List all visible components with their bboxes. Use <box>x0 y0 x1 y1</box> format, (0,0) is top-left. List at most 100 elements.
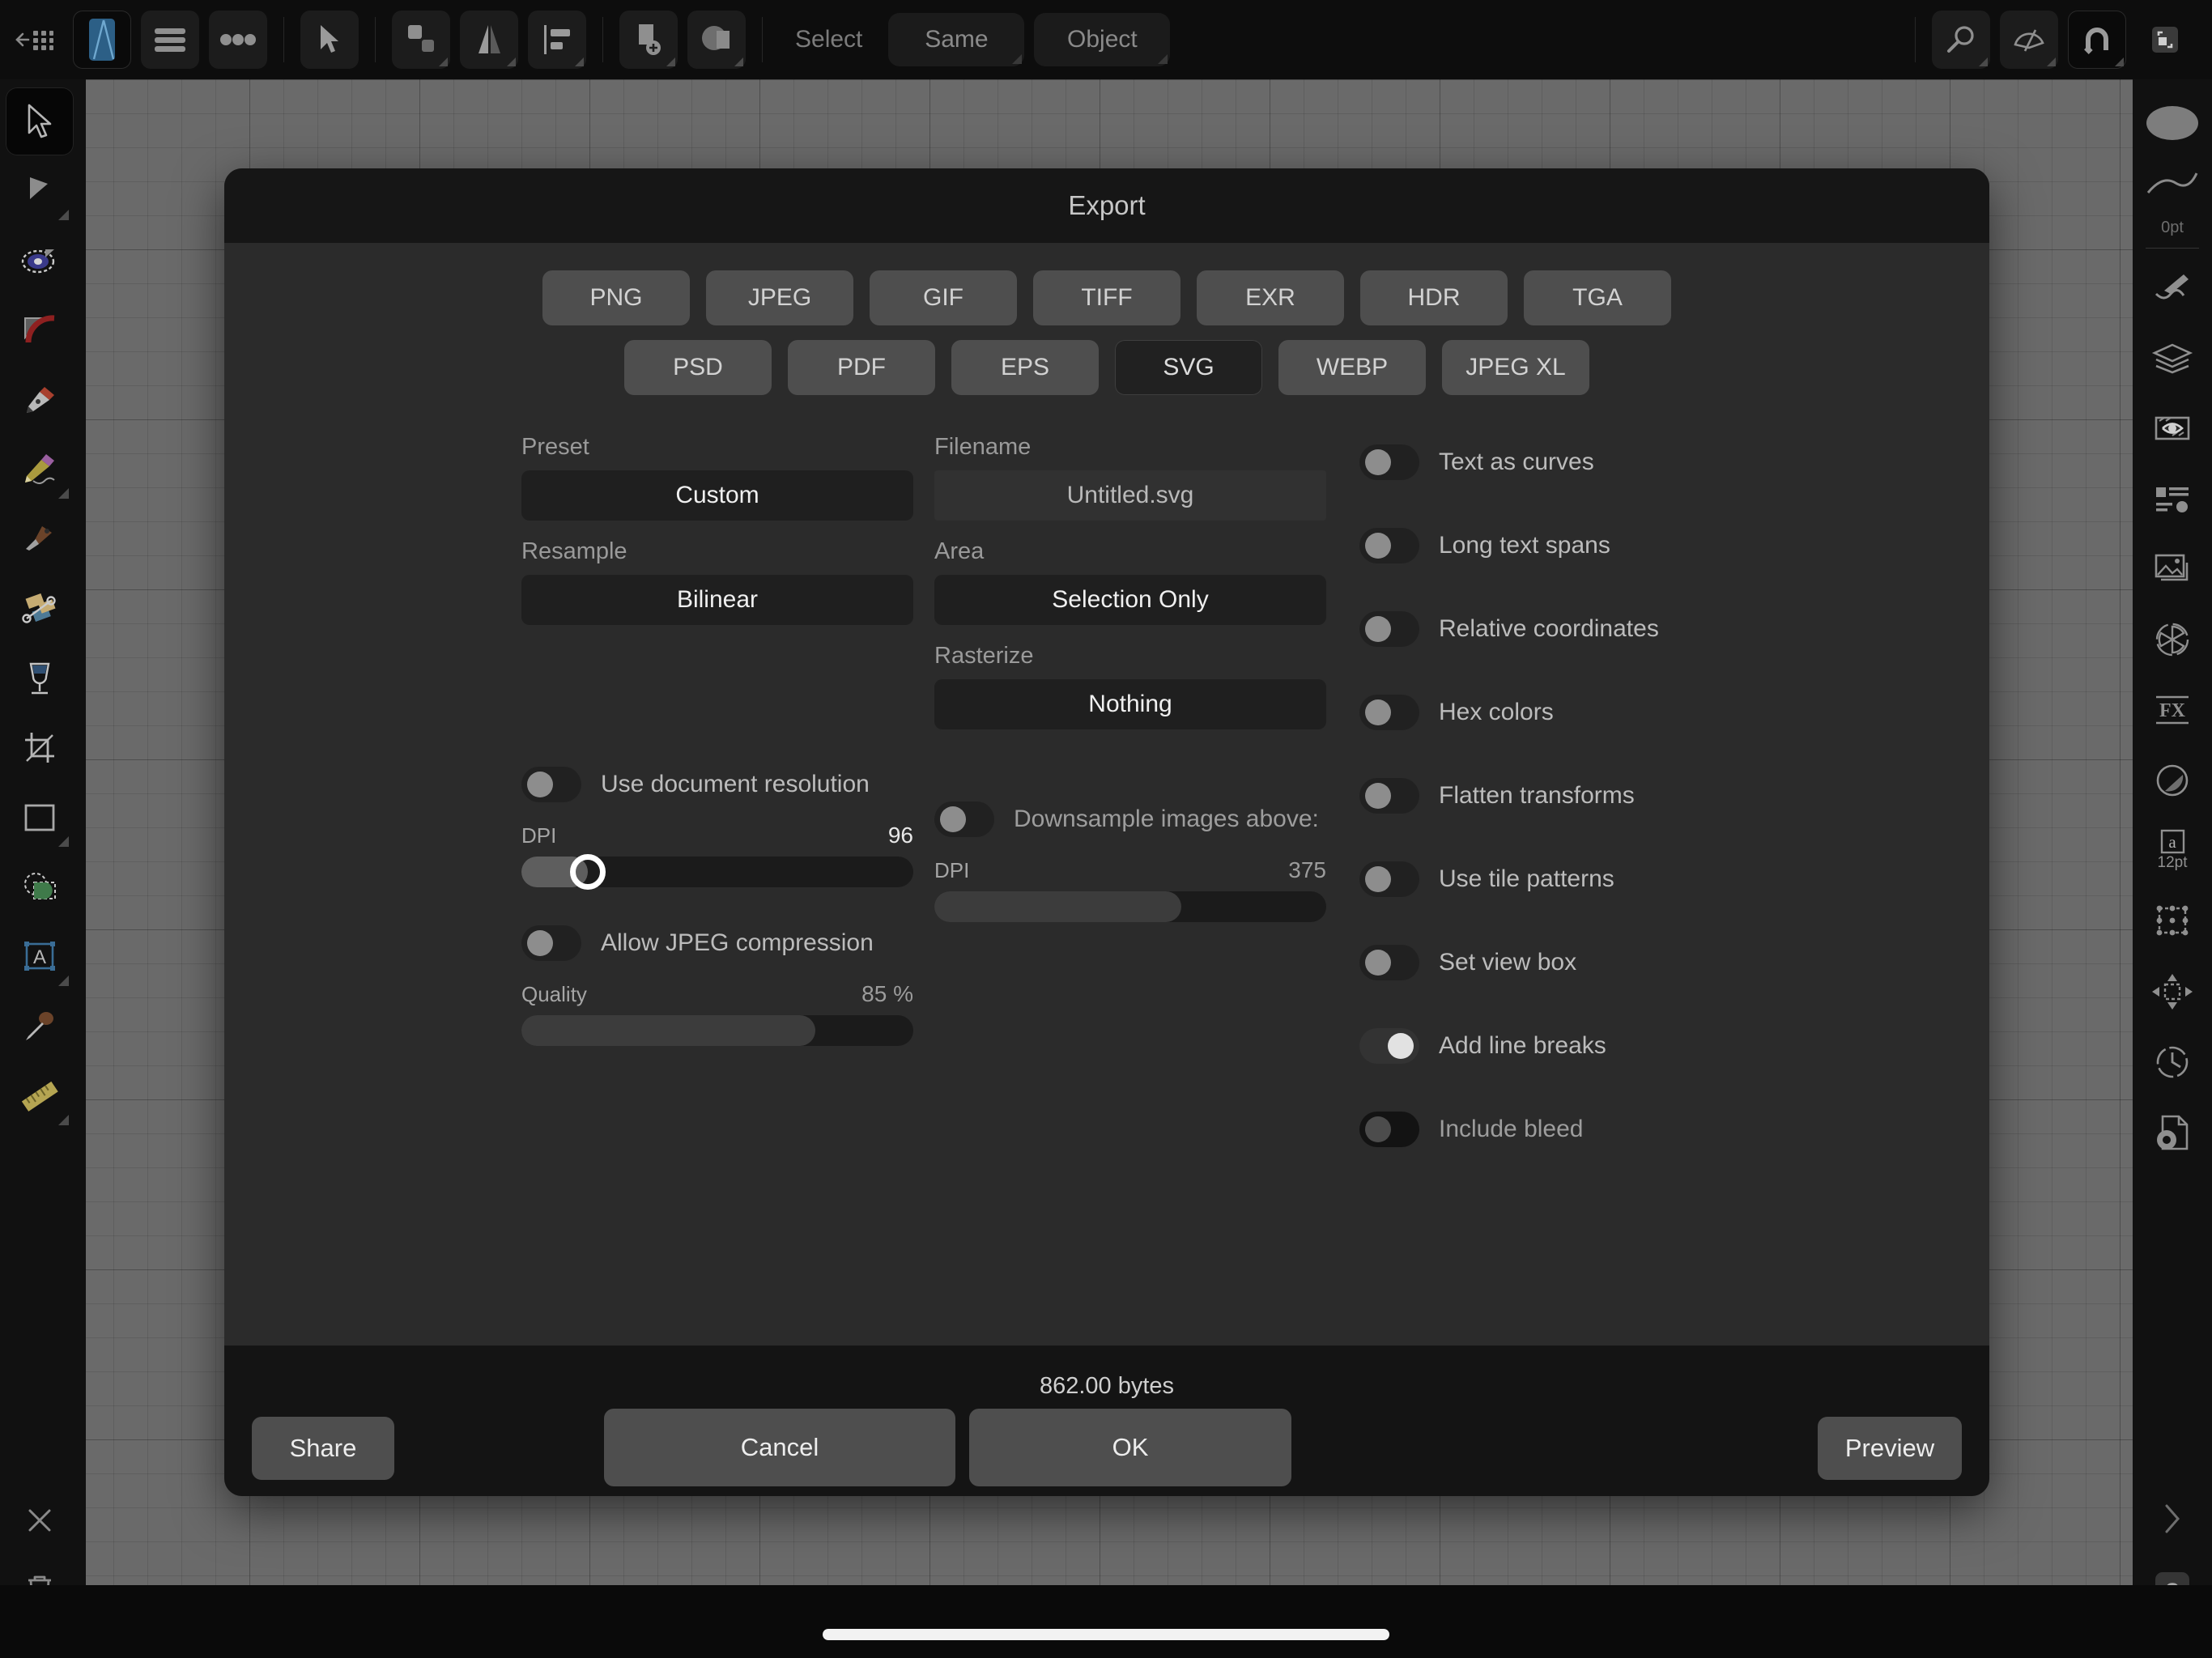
same-button[interactable]: Same <box>888 13 1025 66</box>
preset-dropdown[interactable]: Custom <box>521 470 913 521</box>
arrow-cursor-icon[interactable] <box>300 11 359 69</box>
dpi-left-handle[interactable] <box>570 854 606 890</box>
flatten-transforms-toggle[interactable] <box>1359 778 1419 814</box>
option-set-view-box[interactable]: Set view box <box>1359 937 1813 988</box>
ellipse-select-tool[interactable] <box>6 227 74 295</box>
set-view-box-toggle[interactable] <box>1359 945 1419 980</box>
knife-tool[interactable] <box>6 505 74 573</box>
back-grid-icon[interactable] <box>5 11 63 69</box>
corner-tool[interactable] <box>6 296 74 364</box>
fullscreen-expand-icon[interactable] <box>2136 11 2194 69</box>
brush-panel[interactable] <box>2138 253 2206 321</box>
ruler-tool[interactable] <box>6 1062 74 1130</box>
chevron-right-icon[interactable] <box>2138 1485 2206 1553</box>
format-png[interactable]: PNG <box>542 270 690 325</box>
transform-panel[interactable] <box>2138 887 2206 955</box>
text-frame-tool[interactable]: A <box>6 923 74 991</box>
text-as-curves-toggle[interactable] <box>1359 444 1419 480</box>
text-style-panel[interactable] <box>2138 465 2206 533</box>
dpi-right-slider[interactable] <box>934 891 1326 922</box>
colour-swatch[interactable] <box>2138 89 2206 157</box>
flip-mirror-icon[interactable] <box>460 11 518 69</box>
share-button[interactable]: Share <box>252 1417 394 1480</box>
format-gif[interactable]: GIF <box>870 270 1017 325</box>
color-picker-wheel-icon[interactable] <box>2000 11 2058 69</box>
ok-button[interactable]: OK <box>969 1409 1291 1486</box>
cancel-button[interactable]: Cancel <box>604 1409 955 1486</box>
hamburger-menu-icon[interactable] <box>141 11 199 69</box>
use-document-resolution-toggle[interactable] <box>521 767 581 802</box>
rectangle-tool[interactable] <box>6 784 74 852</box>
zoom-magnifier-icon[interactable] <box>1932 11 1990 69</box>
history-panel[interactable] <box>2138 1028 2206 1096</box>
resample-dropdown[interactable]: Bilinear <box>521 575 913 625</box>
format-tga[interactable]: TGA <box>1524 270 1671 325</box>
format-svg[interactable]: SVG <box>1115 340 1262 395</box>
dpi-left-label: DPI <box>521 823 557 848</box>
pen-tool[interactable] <box>6 366 74 434</box>
duplicate-shapes-icon[interactable] <box>392 11 450 69</box>
home-indicator[interactable] <box>823 1629 1389 1640</box>
adjustment-panel[interactable] <box>2138 746 2206 814</box>
layers-panel[interactable] <box>2138 324 2206 392</box>
align-move-panel[interactable] <box>2138 958 2206 1026</box>
stroke-curve[interactable] <box>2138 159 2206 208</box>
allow-jpeg-compression-toggle[interactable] <box>521 925 581 961</box>
rasterize-dropdown[interactable]: Nothing <box>934 679 1326 729</box>
effects-eye-panel[interactable] <box>2138 394 2206 462</box>
long-text-spans-toggle[interactable] <box>1359 528 1419 563</box>
character-panel[interactable]: a 12pt <box>2138 817 2206 885</box>
relative-coordinates-toggle[interactable] <box>1359 611 1419 647</box>
more-dots-icon[interactable] <box>209 11 267 69</box>
format-jpeg[interactable]: JPEG <box>706 270 853 325</box>
option-text-as-curves[interactable]: Text as curves <box>1359 437 1813 487</box>
use-tile-patterns-toggle[interactable] <box>1359 861 1419 897</box>
downsample-images-row[interactable]: Downsample images above: <box>934 794 1326 844</box>
eyedropper-tool[interactable] <box>6 993 74 1061</box>
option-flatten-transforms[interactable]: Flatten transforms <box>1359 771 1813 821</box>
format-pdf[interactable]: PDF <box>788 340 935 395</box>
option-relative-coordinates[interactable]: Relative coordinates <box>1359 604 1813 654</box>
app-logo-icon[interactable] <box>73 11 131 69</box>
option-long-text-spans[interactable]: Long text spans <box>1359 521 1813 571</box>
hex-colors-toggle[interactable] <box>1359 695 1419 730</box>
align-left-icon[interactable] <box>528 11 586 69</box>
format-exr[interactable]: EXR <box>1197 270 1344 325</box>
magnet-snap-icon[interactable] <box>2068 11 2126 69</box>
format-jpegxl[interactable]: JPEG XL <box>1442 340 1589 395</box>
image-panel[interactable] <box>2138 535 2206 603</box>
dpi-left-slider[interactable] <box>521 854 913 890</box>
pencil-tool[interactable] <box>6 436 74 504</box>
format-psd[interactable]: PSD <box>624 340 772 395</box>
option-hex-colors[interactable]: Hex colors <box>1359 687 1813 738</box>
format-tiff[interactable]: TIFF <box>1033 270 1180 325</box>
downsample-images-toggle[interactable] <box>934 801 994 837</box>
add-shape-icon[interactable] <box>619 11 678 69</box>
preview-button[interactable]: Preview <box>1818 1417 1962 1480</box>
move-select-tool[interactable] <box>6 87 74 155</box>
include-bleed-toggle[interactable] <box>1359 1112 1419 1147</box>
add-line-breaks-toggle[interactable] <box>1359 1028 1419 1064</box>
boolean-merge-icon[interactable] <box>687 11 746 69</box>
use-document-resolution-row[interactable]: Use document resolution <box>521 759 913 810</box>
node-tool[interactable] <box>6 157 74 225</box>
format-webp[interactable]: WEBP <box>1278 340 1426 395</box>
close-x-icon[interactable] <box>6 1486 74 1554</box>
option-use-tile-patterns[interactable]: Use tile patterns <box>1359 854 1813 904</box>
fx-panel[interactable]: FX <box>2138 676 2206 744</box>
colour-wheel-panel[interactable] <box>2138 606 2206 674</box>
filename-input[interactable]: Untitled.svg <box>934 470 1326 521</box>
crop-tool[interactable] <box>6 714 74 782</box>
option-add-line-breaks[interactable]: Add line breaks <box>1359 1021 1813 1071</box>
document-settings-panel[interactable] <box>2138 1099 2206 1167</box>
quality-slider[interactable] <box>521 1015 913 1046</box>
format-hdr[interactable]: HDR <box>1360 270 1508 325</box>
allow-jpeg-compression-row[interactable]: Allow JPEG compression <box>521 918 913 968</box>
object-button[interactable]: Object <box>1034 13 1171 66</box>
area-dropdown[interactable]: Selection Only <box>934 575 1326 625</box>
fill-flood-tool[interactable] <box>6 644 74 712</box>
option-include-bleed[interactable]: Include bleed <box>1359 1104 1813 1154</box>
format-eps[interactable]: EPS <box>951 340 1099 395</box>
selection-transform-tool[interactable] <box>6 853 74 921</box>
gradient-tool[interactable] <box>6 575 74 643</box>
